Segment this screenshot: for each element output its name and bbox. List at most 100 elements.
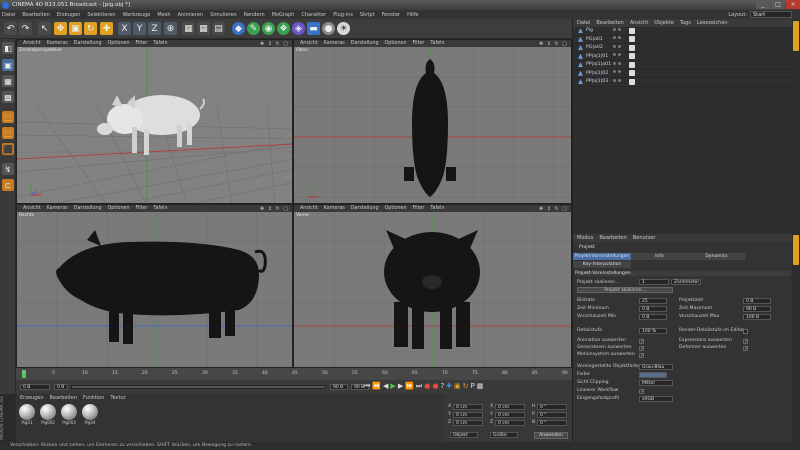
texture-tag-icon[interactable] bbox=[629, 27, 635, 34]
rotation-key-icon[interactable]: ↻ bbox=[463, 382, 469, 391]
select-arrow-icon[interactable]: ↖ bbox=[38, 22, 51, 35]
vp-menu-kameras[interactable]: Kameras bbox=[324, 41, 345, 46]
object-row[interactable]: PP|a|1|01 bbox=[573, 53, 792, 61]
visibility-dot-icon[interactable] bbox=[613, 70, 616, 74]
array-object-icon[interactable]: ❖ bbox=[277, 22, 290, 35]
x-axis-lock-icon[interactable]: X bbox=[118, 22, 131, 35]
vp-menu-optionen[interactable]: Optionen bbox=[108, 206, 130, 211]
menu-erzeugen[interactable]: Erzeugen bbox=[57, 12, 81, 18]
timeline[interactable]: 0 5 10 15 20 25 30 35 40 45 50 55 60 65 70 75 80 85 90 bbox=[16, 368, 572, 380]
vp-menu-ansicht[interactable]: Ansicht bbox=[300, 41, 318, 46]
visibility-dot-icon[interactable] bbox=[613, 27, 616, 31]
menu-werkzeuge[interactable]: Werkzeuge bbox=[123, 12, 151, 18]
tab-dynamics[interactable]: Dynamics bbox=[688, 253, 745, 260]
attr-value-field[interactable]: 100 B bbox=[743, 314, 771, 320]
next-frame-icon[interactable]: ▶ bbox=[398, 382, 403, 391]
prev-frame-icon[interactable]: ◀ bbox=[383, 382, 388, 391]
vp-menu-optionen[interactable]: Optionen bbox=[108, 41, 130, 46]
auto-key-icon[interactable]: ● bbox=[432, 382, 438, 391]
viewport-right[interactable]: Ansicht Kameras Darstellung Optionen Fil… bbox=[16, 204, 293, 368]
texture-tag-icon[interactable] bbox=[629, 61, 635, 68]
layout-select[interactable]: Start bbox=[750, 11, 792, 18]
render-picture-viewer-icon[interactable]: ▦ bbox=[197, 22, 210, 35]
viewport-perspective[interactable]: Ansicht Kameras Darstellung Optionen Fil… bbox=[16, 39, 293, 204]
coord-field[interactable]: 0 ° bbox=[537, 404, 567, 410]
vp-menu-kameras[interactable]: Kameras bbox=[47, 41, 68, 46]
visibility-dot-icon[interactable] bbox=[613, 53, 616, 57]
scale-tool-icon[interactable]: ▣ bbox=[69, 22, 82, 35]
visibility-dot-icon[interactable] bbox=[613, 36, 616, 40]
goto-start-icon[interactable]: ⏮ bbox=[364, 382, 370, 391]
object-row[interactable]: Pig bbox=[573, 27, 792, 36]
render-dot-icon[interactable] bbox=[618, 36, 621, 40]
project-scale-unit[interactable]: Zentimeter bbox=[671, 279, 701, 285]
deformer-icon[interactable]: ◈ bbox=[292, 22, 305, 35]
spline-pen-icon[interactable]: ✎ bbox=[247, 22, 260, 35]
last-tool-icon[interactable]: ✚ bbox=[100, 22, 113, 35]
coord-field[interactable]: 0 cm bbox=[453, 404, 483, 410]
attr-checkbox[interactable]: ✓ bbox=[743, 346, 748, 352]
object-flags[interactable] bbox=[613, 78, 635, 85]
rotate-tool-icon[interactable]: ↻ bbox=[84, 22, 97, 35]
viewport-nav-icons[interactable]: ✥ ↕ ↻ ▢ bbox=[260, 206, 289, 212]
object-flags[interactable] bbox=[613, 27, 635, 34]
viewport-front[interactable]: Ansicht Kameras Darstellung Optionen Fil… bbox=[293, 204, 572, 368]
coord-field[interactable]: 0 cm bbox=[495, 404, 525, 410]
menu-bearbeiten[interactable]: Bearbeiten bbox=[22, 12, 49, 18]
menu-datei[interactable]: Datei bbox=[2, 12, 15, 18]
subdivision-surface-icon[interactable]: ◉ bbox=[262, 22, 275, 35]
menu-mograph[interactable]: MoGraph bbox=[272, 12, 295, 18]
coord-size-select[interactable]: Größe bbox=[490, 432, 518, 438]
coordinate-system-icon[interactable]: ⊕ bbox=[164, 22, 177, 35]
scale-project-button[interactable]: Projekt skalieren... bbox=[577, 287, 673, 293]
menu-animieren[interactable]: Animieren bbox=[178, 12, 204, 18]
minimize-button[interactable]: _ bbox=[756, 0, 770, 9]
polygons-mode-icon[interactable]: ⬛ bbox=[2, 143, 14, 155]
objects-tab[interactable] bbox=[793, 21, 799, 51]
coord-field[interactable]: 0 ° bbox=[537, 420, 567, 426]
coord-field[interactable]: 0 cm bbox=[495, 412, 525, 418]
param-key-icon[interactable]: P bbox=[471, 382, 475, 391]
texture-tag-icon[interactable] bbox=[629, 36, 635, 43]
attributes-tab[interactable] bbox=[793, 235, 799, 265]
attr-value-field[interactable]: 0 B bbox=[639, 306, 667, 312]
vp-menu-ansicht[interactable]: Ansicht bbox=[23, 41, 41, 46]
viewport-nav-icons[interactable]: ✥ ↕ ↻ ▢ bbox=[539, 206, 568, 212]
texture-tag-icon[interactable] bbox=[629, 70, 635, 77]
attr-value-field[interactable]: 0 B bbox=[639, 314, 667, 320]
mat-menu-textur[interactable]: Textur bbox=[110, 395, 125, 401]
attr-checkbox[interactable]: ✓ bbox=[639, 389, 644, 395]
vp-menu-darstellung[interactable]: Darstellung bbox=[351, 206, 379, 211]
vp-menu-kameras[interactable]: Kameras bbox=[324, 206, 345, 211]
vp-menu-optionen[interactable]: Optionen bbox=[385, 206, 407, 211]
close-button[interactable]: × bbox=[786, 0, 800, 9]
obj-menu-tags[interactable]: Tags bbox=[680, 20, 691, 26]
tab-info[interactable]: Info bbox=[631, 253, 688, 260]
obj-menu-datei[interactable]: Datei bbox=[577, 20, 590, 26]
vp-menu-darstellung[interactable]: Darstellung bbox=[351, 41, 379, 46]
vp-menu-kameras[interactable]: Kameras bbox=[47, 206, 68, 211]
goto-end-icon[interactable]: ⏭ bbox=[416, 382, 422, 391]
render-dot-icon[interactable] bbox=[618, 70, 621, 74]
attr-menu-bearbeiten[interactable]: Bearbeiten bbox=[599, 235, 626, 241]
object-flags[interactable] bbox=[613, 44, 635, 51]
object-flags[interactable] bbox=[613, 61, 635, 68]
visibility-dot-icon[interactable] bbox=[613, 61, 616, 65]
attr-value-field[interactable]: 100 % bbox=[639, 328, 667, 334]
render-view-icon[interactable]: ▦ bbox=[182, 22, 195, 35]
vp-menu-ansicht[interactable]: Ansicht bbox=[300, 206, 318, 211]
object-flags[interactable] bbox=[613, 53, 635, 60]
start-frame-field[interactable]: 0 B bbox=[54, 384, 68, 390]
undo-icon[interactable]: ↶ bbox=[4, 22, 17, 35]
preview-end-field[interactable]: 90 B bbox=[330, 384, 348, 390]
snap-icon[interactable]: ⊏ bbox=[2, 179, 14, 191]
attr-select[interactable]: Grau-Blau bbox=[639, 364, 673, 370]
object-flags[interactable] bbox=[613, 36, 635, 43]
mat-menu-bearbeiten[interactable]: Bearbeiten bbox=[50, 395, 77, 401]
attr-checkbox[interactable]: ✓ bbox=[639, 346, 644, 352]
object-row[interactable]: PP|a|1|02 bbox=[573, 70, 792, 78]
prev-key-icon[interactable]: ⏪ bbox=[372, 382, 381, 391]
obj-menu-ansicht[interactable]: Ansicht bbox=[630, 20, 648, 26]
vp-menu-tafeln[interactable]: Tafeln bbox=[153, 206, 167, 211]
project-scale-field[interactable]: 1 bbox=[639, 279, 669, 285]
